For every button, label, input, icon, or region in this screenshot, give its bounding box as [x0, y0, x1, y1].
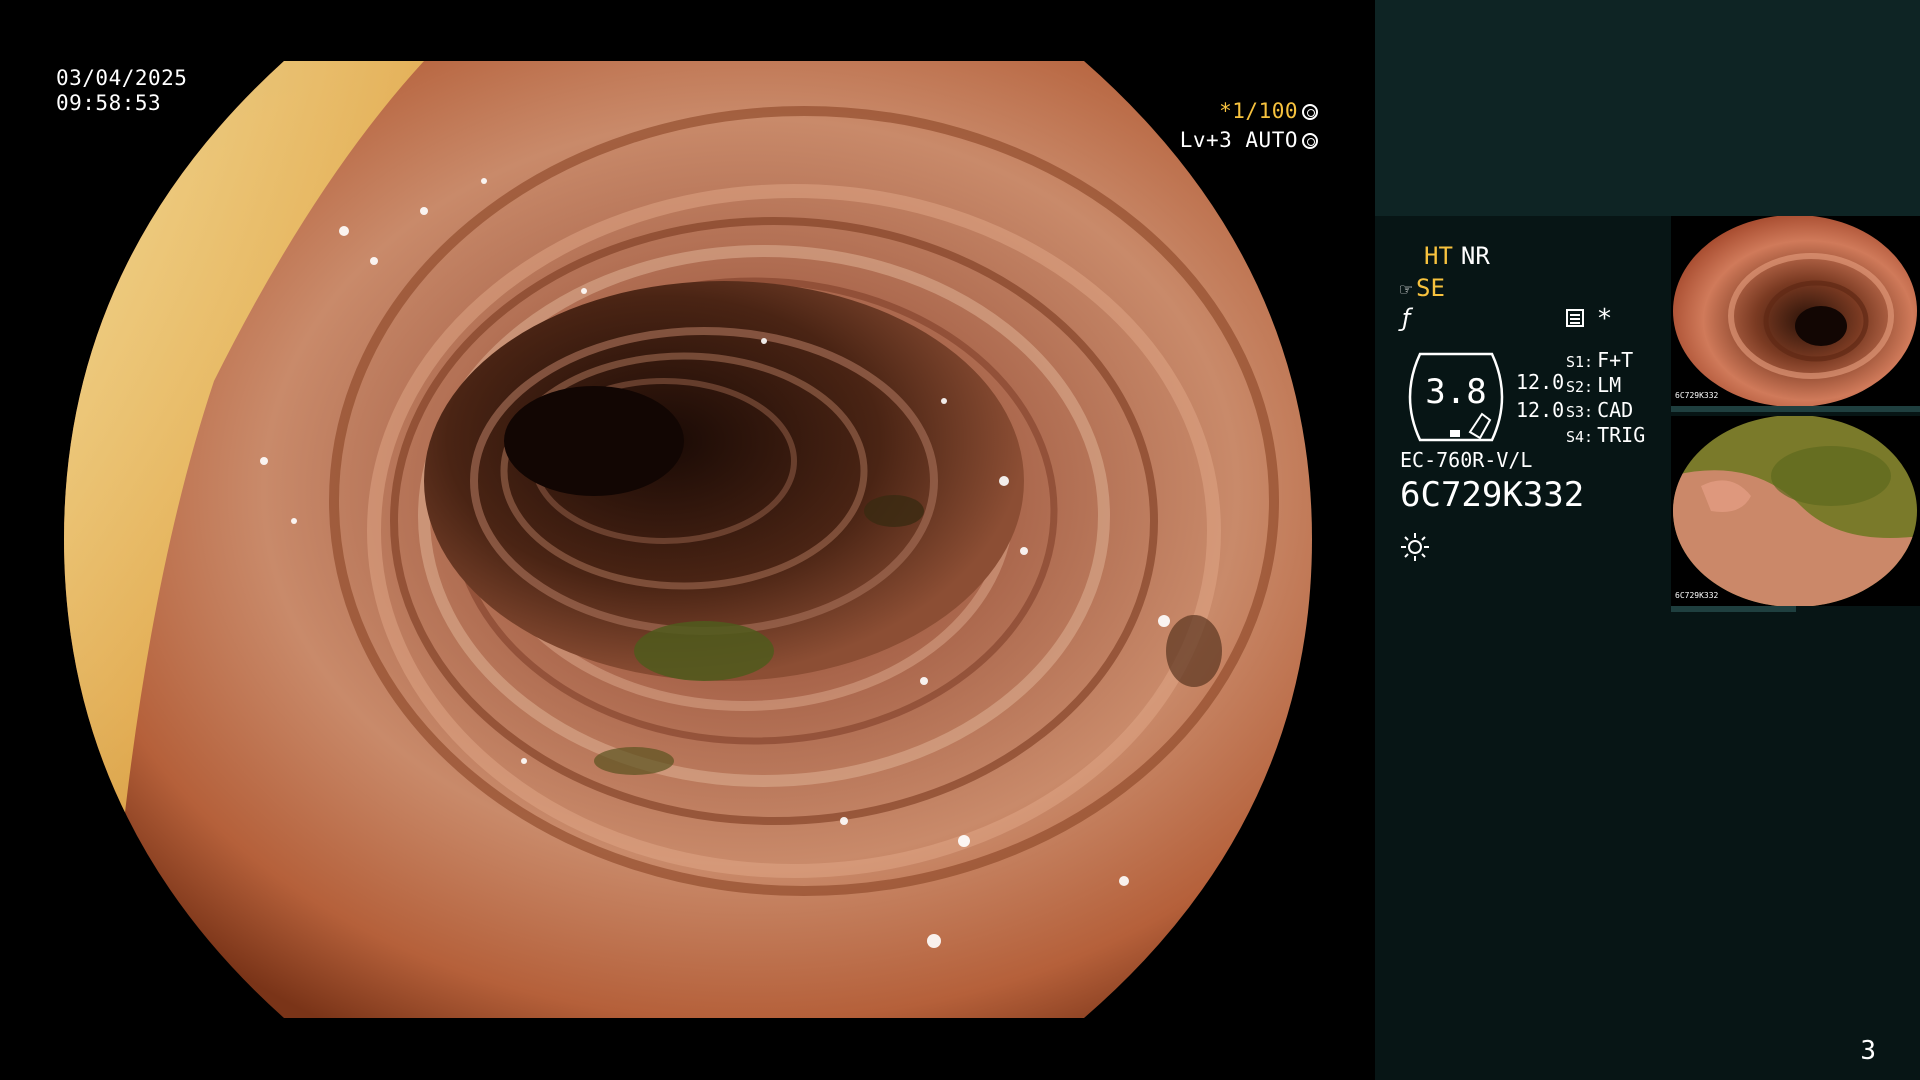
se-status: ☞ SE: [1400, 274, 1445, 302]
switch-key: S4:: [1566, 428, 1594, 446]
exam-time: 09:58:53: [56, 91, 162, 115]
page-number: 3: [1860, 1036, 1876, 1066]
scope-model: EC-760R-V/L: [1400, 448, 1533, 472]
se-label: SE: [1416, 274, 1445, 302]
thumbnail-progress-bar: [1671, 406, 1920, 412]
endoscope-view: [64, 61, 1312, 1018]
brightness-level-value: Lv+3 AUTO: [1179, 128, 1298, 152]
thumbnail-label: 6C729K332: [1675, 391, 1719, 400]
panel-header-area: [1375, 0, 1920, 216]
exam-date: 03/04/2025: [56, 66, 188, 90]
switch-key: S2:: [1566, 378, 1594, 396]
switch-key: S1:: [1566, 353, 1594, 371]
nr-label: NR: [1460, 242, 1490, 270]
asterisk-icon: *: [1598, 304, 1611, 334]
switch-key: S3:: [1566, 403, 1594, 421]
thumbnail-label: 6C729K332: [1675, 591, 1719, 600]
switch-s2: S2: LM: [1566, 373, 1621, 397]
setting-value-2: 12.0: [1516, 398, 1565, 422]
captured-image-thumbnail[interactable]: 6C729K332: [1671, 216, 1920, 406]
settings-menu-icon: [1566, 309, 1584, 327]
setting-value-1: 12.0: [1516, 370, 1565, 394]
auto-iris-icon: [1302, 133, 1318, 149]
switch-s3: S3: CAD: [1566, 398, 1633, 422]
hand-icon: ☞: [1400, 277, 1413, 301]
endoscope-image: [64, 61, 1312, 1018]
function-icon: ƒ: [1402, 304, 1411, 332]
shutter-readout: *1/100: [1219, 99, 1318, 123]
switch-value: CAD: [1597, 398, 1634, 422]
brightness-level-readout: Lv+3 AUTO: [1180, 128, 1318, 152]
light-source-icon: [1401, 533, 1429, 561]
switch-s4: S4: TRIG: [1566, 423, 1645, 447]
switch-s1: S1: F+T: [1566, 348, 1633, 372]
thumbnail-progress-bar: [1671, 606, 1796, 612]
scope-serial: 6C729K332: [1400, 475, 1585, 515]
switch-value: F+T: [1597, 348, 1634, 372]
thumbnail-image: [1673, 216, 1917, 406]
aperture-icon: [1302, 104, 1318, 120]
switch-value: LM: [1597, 373, 1622, 397]
switch-value: TRIG: [1597, 423, 1646, 447]
gauge-value: 3.8: [1425, 372, 1487, 412]
captured-image-thumbnail[interactable]: 6C729K332: [1671, 416, 1920, 606]
thumbnail-image: [1673, 416, 1917, 606]
enhancement-status: HT NR: [1424, 242, 1490, 270]
ht-label: HT: [1424, 242, 1453, 270]
shutter-value: *1/100: [1219, 99, 1298, 123]
